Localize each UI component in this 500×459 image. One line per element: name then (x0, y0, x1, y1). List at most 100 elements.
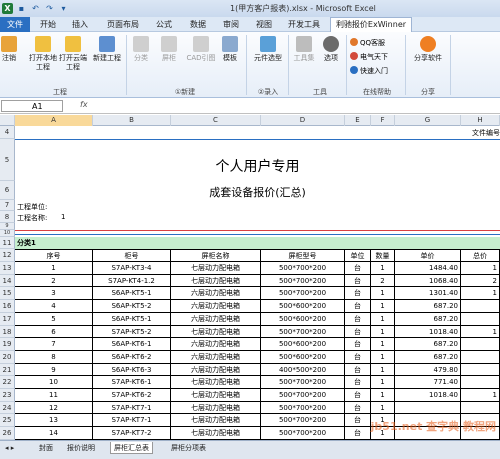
table-cell-n[interactable]: 13 (15, 414, 93, 427)
table-cell-unit[interactable]: 台 (345, 389, 371, 402)
table-cell-code[interactable]: S7AP-KT5-2 (93, 326, 171, 338)
toolbox-button[interactable]: 工具集 (292, 36, 316, 63)
table-cell-total[interactable] (461, 313, 500, 326)
table-cell-code[interactable]: S6AP-KT5-2 (93, 300, 171, 313)
row-header[interactable]: 16 (0, 300, 15, 313)
row-header[interactable]: 18 (0, 326, 15, 338)
sheet-nav-arrows[interactable]: ◂ ▸ (2, 442, 17, 454)
table-cell-total[interactable]: 1 (461, 262, 500, 275)
table-cell-unit[interactable]: 台 (345, 402, 371, 414)
row-header[interactable]: 23 (0, 389, 15, 402)
quickstart-button[interactable]: 快速入门 (350, 66, 388, 76)
table-cell-qty[interactable]: 1 (371, 364, 395, 376)
table-cell-code[interactable]: S6AP-KT6-2 (93, 351, 171, 364)
table-cell-price[interactable]: 479.80 (395, 364, 461, 376)
table-cell-name[interactable]: 七层动力配电箱 (171, 376, 261, 389)
table-cell-model[interactable]: 500*700*200 (261, 326, 345, 338)
table-cell-n[interactable]: 1 (15, 262, 93, 275)
row-header[interactable]: 25 (0, 414, 15, 427)
row-header[interactable]: 6 (0, 181, 15, 200)
table-cell-code[interactable]: S7AP-KT3-4 (93, 262, 171, 275)
share-software-button[interactable]: 分享软件 (410, 36, 446, 63)
table-cell-n[interactable]: 14 (15, 427, 93, 440)
table-cell-name[interactable]: 七层动力配电箱 (171, 414, 261, 427)
table-cell-total[interactable] (461, 402, 500, 414)
tab-developer[interactable]: 开发工具 (284, 18, 324, 32)
new-project-button[interactable]: 新建工程 (90, 36, 124, 63)
table-cell-price[interactable]: 687.20 (395, 300, 461, 313)
tab-data[interactable]: 数据 (184, 18, 212, 32)
table-cell-unit[interactable]: 台 (345, 376, 371, 389)
table-cell-qty[interactable]: 1 (371, 300, 395, 313)
tab-review[interactable]: 审阅 (217, 18, 245, 32)
table-cell-name[interactable]: 六层动力配电箱 (171, 351, 261, 364)
table-cell-name[interactable]: 六层动力配电箱 (171, 287, 261, 300)
sheet-tab-cover[interactable]: 封面 (36, 442, 56, 454)
row-header[interactable]: 17 (0, 313, 15, 326)
table-cell-price[interactable]: 1484.40 (395, 262, 461, 275)
select-all-corner[interactable] (0, 115, 15, 126)
row-header[interactable]: 21 (0, 364, 15, 376)
dropdown-icon[interactable]: ▾ (58, 3, 69, 14)
table-cell-code[interactable]: S7AP-KT6-1 (93, 376, 171, 389)
table-cell-name[interactable]: 六层动力配电箱 (171, 338, 261, 351)
row-header[interactable]: 11 (0, 237, 15, 249)
row-header[interactable]: 9 (0, 223, 15, 230)
table-cell-total[interactable] (461, 351, 500, 364)
row-header[interactable]: 24 (0, 402, 15, 414)
table-cell-qty[interactable]: 1 (371, 402, 395, 414)
column-header-h[interactable]: H (461, 115, 500, 126)
table-cell-n[interactable]: 6 (15, 326, 93, 338)
table-cell-code[interactable]: S6AP-KT6-3 (93, 364, 171, 376)
name-box[interactable]: A1 (1, 100, 63, 112)
table-cell-unit[interactable]: 台 (345, 275, 371, 287)
table-cell-total[interactable] (461, 376, 500, 389)
table-cell-code[interactable]: S7AP-KT4-1.2 (93, 275, 171, 287)
component-select-button[interactable]: 元件选型 (250, 36, 286, 63)
row-header[interactable]: 5 (0, 139, 15, 181)
table-cell-model[interactable]: 500*700*200 (261, 376, 345, 389)
table-cell-n[interactable]: 2 (15, 275, 93, 287)
table-cell-model[interactable]: 500*700*200 (261, 275, 345, 287)
table-cell-unit[interactable]: 台 (345, 300, 371, 313)
table-cell-unit[interactable]: 台 (345, 427, 371, 440)
table-cell-qty[interactable]: 1 (371, 338, 395, 351)
table-cell-total[interactable] (461, 338, 500, 351)
table-cell-name[interactable]: 七层动力配电箱 (171, 427, 261, 440)
table-cell-name[interactable]: 六层动力配电箱 (171, 300, 261, 313)
table-cell-price[interactable]: 1018.40 (395, 389, 461, 402)
table-cell-n[interactable]: 8 (15, 351, 93, 364)
table-cell-model[interactable]: 400*500*200 (261, 364, 345, 376)
tab-page-layout[interactable]: 页面布局 (100, 18, 146, 32)
table-cell-price[interactable]: 1301.40 (395, 287, 461, 300)
tab-formulas[interactable]: 公式 (150, 18, 178, 32)
open-cloud-project-button[interactable]: 打开云端工程 (58, 36, 88, 72)
row-header[interactable]: 20 (0, 351, 15, 364)
open-local-project-button[interactable]: 打开本地工程 (28, 36, 58, 72)
save-icon[interactable]: ▪ (16, 3, 27, 14)
table-cell-n[interactable]: 9 (15, 364, 93, 376)
table-cell-name[interactable]: 七层动力配电箱 (171, 389, 261, 402)
column-header-f[interactable]: F (371, 115, 395, 126)
fx-icon[interactable]: fx (80, 100, 88, 109)
table-cell-total[interactable] (461, 364, 500, 376)
table-cell-qty[interactable]: 1 (371, 326, 395, 338)
qq-service-button[interactable]: QQ客服 (350, 38, 385, 48)
table-cell-unit[interactable]: 台 (345, 313, 371, 326)
options-button[interactable]: 选项 (320, 36, 342, 63)
column-header-e[interactable]: E (345, 115, 371, 126)
table-cell-name[interactable]: 六层动力配电箱 (171, 364, 261, 376)
row-header[interactable]: 10 (0, 230, 15, 237)
column-header-d[interactable]: D (261, 115, 345, 126)
row-header[interactable]: 4 (0, 126, 15, 139)
row-header[interactable]: 7 (0, 200, 15, 211)
table-cell-qty[interactable]: 1 (371, 376, 395, 389)
row-header[interactable]: 19 (0, 338, 15, 351)
table-cell-qty[interactable]: 1 (371, 262, 395, 275)
table-cell-total[interactable]: 1 (461, 287, 500, 300)
dianqi-button[interactable]: 电气天下 (350, 52, 388, 62)
table-cell-unit[interactable]: 台 (345, 338, 371, 351)
table-cell-total[interactable]: 2 (461, 275, 500, 287)
table-cell-total[interactable]: 1 (461, 326, 500, 338)
table-cell-qty[interactable]: 1 (371, 313, 395, 326)
